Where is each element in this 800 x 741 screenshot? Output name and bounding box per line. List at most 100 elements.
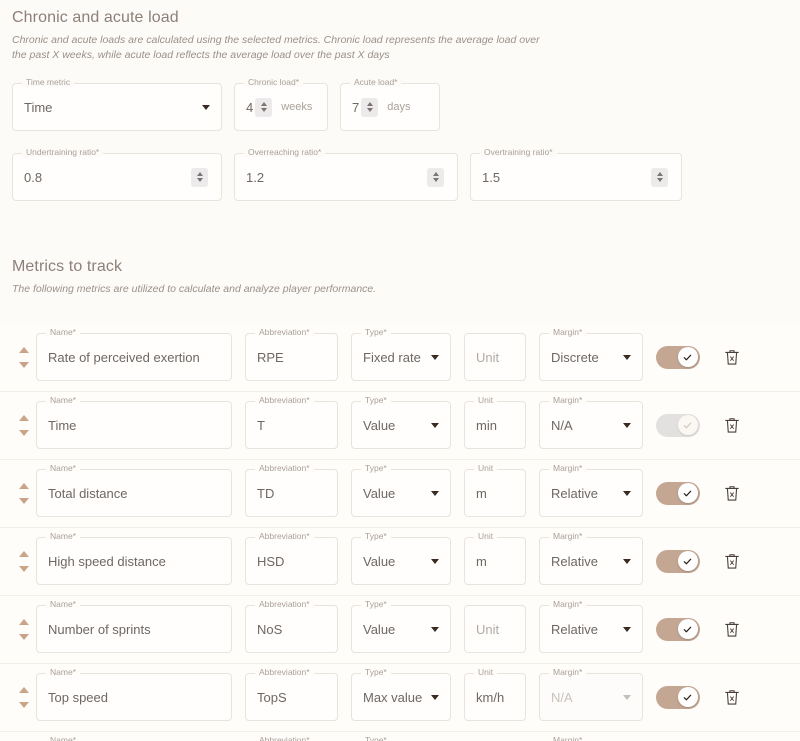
metric-type-select-label: Type*	[361, 328, 391, 337]
undertraining-ratio-input[interactable]: Undertraining ratio* 0.8	[12, 148, 222, 202]
overreaching-ratio-input[interactable]: Overreaching ratio* 1.2	[234, 148, 458, 202]
metric-delete-button[interactable]	[722, 346, 742, 368]
metric-margin-select-value: N/A	[551, 417, 573, 433]
metric-name-input[interactable]: Name* Rate of perceived exertion	[36, 328, 232, 382]
metric-abbreviation-input[interactable]: Abbreviation* TD	[245, 464, 338, 518]
overtraining-ratio-label: Overtraining ratio*	[480, 148, 557, 157]
chevron-down-icon[interactable]	[196, 178, 203, 183]
metric-name-input[interactable]: Name* Total distance	[36, 464, 232, 518]
metric-reorder-handle[interactable]	[12, 346, 36, 368]
metric-margin-select: Margin* N/A	[539, 668, 643, 722]
acute-load-input[interactable]: Acute load* 7 days	[340, 78, 440, 132]
metric-reorder-handle[interactable]	[12, 618, 36, 640]
metric-unit-input[interactable]: Unit m	[464, 532, 526, 586]
chevron-up-icon[interactable]	[432, 172, 439, 177]
chevron-up-icon[interactable]	[19, 414, 29, 421]
caret-down-icon	[431, 354, 439, 360]
metric-enabled-toggle[interactable]	[656, 617, 700, 641]
metric-abbreviation-input[interactable]: Abbreviation* HSD	[245, 532, 338, 586]
chevron-up-icon[interactable]	[19, 346, 29, 353]
metric-unit-input[interactable]: Unit	[464, 605, 526, 654]
chevron-up-icon[interactable]	[656, 172, 663, 177]
metric-delete-button[interactable]	[722, 482, 742, 504]
metric-unit-input[interactable]: Unit	[464, 333, 526, 382]
metric-row: Name* Total distance Abbreviation* TD Type* V…	[0, 459, 800, 528]
metric-abbreviation-input[interactable]: Abbreviation* T	[245, 396, 338, 450]
metric-type-select[interactable]: Type* Fixed rate	[351, 328, 451, 382]
metric-delete-button[interactable]	[722, 414, 742, 436]
chronic-load-stepper[interactable]	[255, 97, 273, 117]
metric-margin-select[interactable]: Margin* Discrete	[539, 328, 643, 382]
metric-unit-input[interactable]: Unit m	[464, 464, 526, 518]
time-metric-select[interactable]: Time metric Time	[12, 78, 222, 132]
overtraining-ratio-input[interactable]: Overtraining ratio* 1.5	[470, 148, 682, 202]
metric-margin-select-value: Discrete	[551, 349, 599, 365]
metric-type-select-label: Type*	[361, 532, 391, 541]
metric-name-input[interactable]: Name* Number of sprints	[36, 600, 232, 654]
overreaching-ratio-stepper[interactable]	[427, 167, 444, 187]
metric-margin-select[interactable]: Margin* Relative	[539, 600, 643, 654]
chevron-down-icon[interactable]	[19, 701, 29, 708]
metric-delete-button[interactable]	[722, 618, 742, 640]
metric-reorder-handle[interactable]	[12, 414, 36, 436]
metric-margin-select[interactable]: Margin* Relative	[539, 464, 643, 518]
metric-enabled-toggle[interactable]	[656, 413, 700, 437]
chevron-down-icon[interactable]	[656, 178, 663, 183]
chevron-down-icon[interactable]	[19, 361, 29, 368]
metric-name-input-label: Name*	[46, 464, 80, 473]
check-icon	[677, 415, 698, 436]
metric-enabled-toggle[interactable]	[656, 481, 700, 505]
metric-type-select[interactable]: Type* Value	[351, 532, 451, 586]
time-metric-value: Time	[24, 99, 53, 115]
metric-abbreviation-input-value: RPE	[257, 349, 284, 365]
metric-reorder-handle[interactable]	[12, 482, 36, 504]
metric-enabled-toggle[interactable]	[656, 345, 700, 369]
metric-name-input[interactable]: Name* Time	[36, 396, 232, 450]
chevron-up-icon[interactable]	[19, 482, 29, 489]
chevron-down-icon[interactable]	[432, 178, 439, 183]
chevron-up-icon[interactable]	[19, 550, 29, 557]
metric-enabled-toggle[interactable]	[656, 685, 700, 709]
metric-margin-select[interactable]: Margin* Relative	[539, 532, 643, 586]
metric-delete-button[interactable]	[722, 550, 742, 572]
metric-type-select[interactable]: Type* Value	[351, 600, 451, 654]
metric-abbreviation-input-value: NoS	[257, 621, 283, 637]
metric-unit-input[interactable]: Unit min	[464, 396, 526, 450]
metric-type-select[interactable]: Type* Value	[351, 396, 451, 450]
chronic-load-input[interactable]: Chronic load* 4 weeks	[234, 78, 328, 132]
chevron-down-icon[interactable]	[19, 497, 29, 504]
chevron-up-icon[interactable]	[260, 102, 267, 107]
metric-reorder-handle[interactable]	[12, 550, 36, 572]
metric-type-select-value: Fixed rate	[363, 349, 421, 365]
metric-enabled-toggle[interactable]	[656, 549, 700, 573]
metric-abbreviation-input[interactable]: Abbreviation* TopS	[245, 668, 338, 722]
metric-type-select-label: Type*	[361, 736, 391, 741]
metric-abbreviation-input[interactable]: Abbreviation* RPE	[245, 328, 338, 382]
metric-type-select[interactable]: Type* Max value	[351, 668, 451, 722]
overtraining-ratio-stepper[interactable]	[651, 167, 668, 187]
undertraining-ratio-stepper[interactable]	[191, 167, 208, 187]
chevron-up-icon[interactable]	[19, 686, 29, 693]
metric-name-input[interactable]: Name* Top speed	[36, 668, 232, 722]
metric-margin-select[interactable]: Margin* N/A	[539, 396, 643, 450]
acute-load-stepper[interactable]	[361, 97, 379, 117]
metric-unit-input[interactable]: Unit km/h	[464, 668, 526, 722]
chevron-down-icon[interactable]	[19, 429, 29, 436]
metric-row: Name* Number of sprints Abbreviation* NoS Ty…	[0, 595, 800, 664]
chevron-up-icon[interactable]	[196, 172, 203, 177]
load-settings-row-1: Time metric Time Chronic load* 4 weeks A…	[0, 78, 800, 132]
chevron-down-icon[interactable]	[19, 565, 29, 572]
chevron-down-icon[interactable]	[260, 108, 267, 113]
metrics-list: Name* Rate of perceived exertion Abbreviat…	[0, 323, 800, 741]
metric-type-select[interactable]: Type* Value	[351, 464, 451, 518]
metric-delete-button[interactable]	[722, 686, 742, 708]
metric-reorder-handle[interactable]	[12, 686, 36, 708]
chevron-down-icon[interactable]	[19, 633, 29, 640]
caret-down-icon	[202, 104, 210, 110]
acute-load-value: 7	[352, 99, 360, 115]
chevron-up-icon[interactable]	[366, 102, 373, 107]
metric-name-input[interactable]: Name* High speed distance	[36, 532, 232, 586]
chevron-up-icon[interactable]	[19, 618, 29, 625]
chevron-down-icon[interactable]	[366, 108, 373, 113]
metric-abbreviation-input[interactable]: Abbreviation* NoS	[245, 600, 338, 654]
